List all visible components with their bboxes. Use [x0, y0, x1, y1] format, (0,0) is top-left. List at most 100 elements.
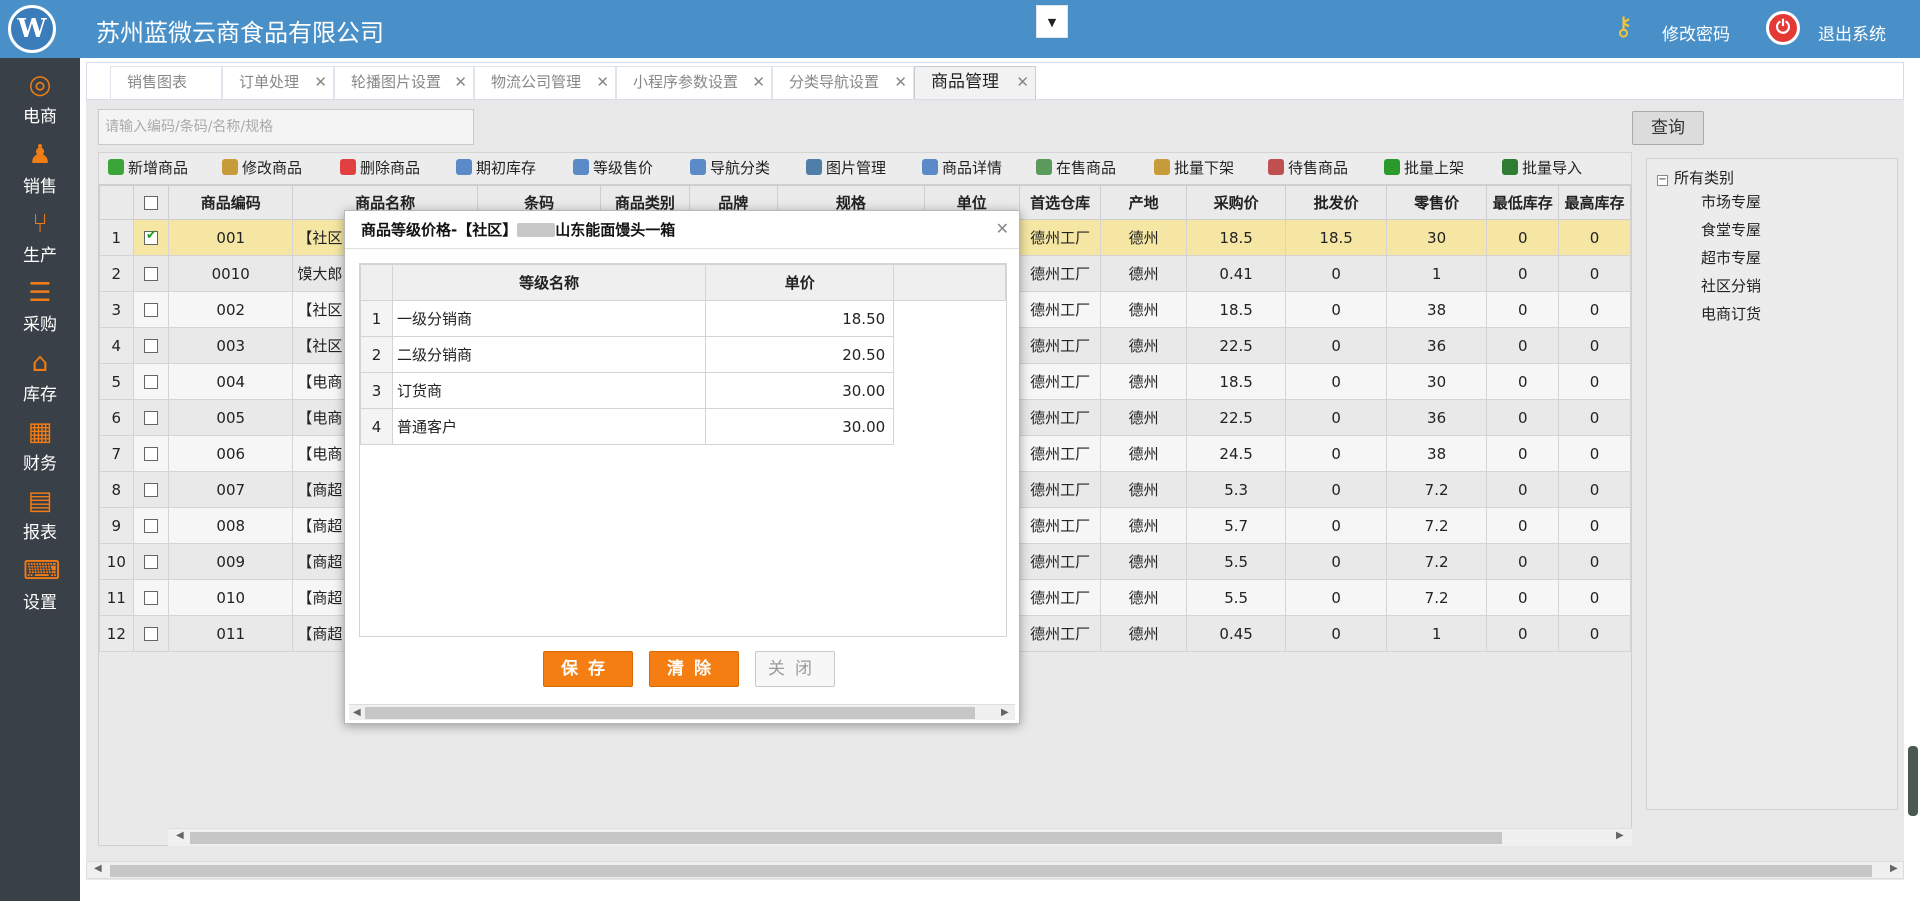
sidebar-item-6[interactable]: ▦ 财务 [0, 409, 80, 479]
sidebar-item-5[interactable]: ⌂ 库存 [0, 340, 80, 410]
tab-close-icon[interactable]: ✕ [454, 67, 467, 98]
toolbar-button-12[interactable]: 批量上架 [1384, 157, 1464, 179]
toolbar-button-8[interactable]: 商品详情 [922, 157, 1002, 179]
tab-close-icon[interactable]: ✕ [894, 67, 907, 98]
toolbar-button-2[interactable]: 修改商品 [222, 157, 302, 179]
column-header[interactable]: 零售价 [1385, 185, 1488, 220]
row-checkbox[interactable] [143, 519, 158, 533]
grade-row[interactable]: 2 二级分销商 20.50 [360, 336, 1006, 373]
side-widget-handle[interactable] [1908, 746, 1918, 816]
grade-row[interactable]: 4 普通客户 30.00 [360, 408, 1006, 445]
row-checkbox[interactable] [143, 483, 158, 497]
column-header[interactable]: 产地 [1100, 185, 1187, 220]
toolbar-button-10[interactable]: 批量下架 [1154, 157, 1234, 179]
power-icon[interactable]: ⏻ [1766, 11, 1800, 45]
select-all-cell[interactable] [132, 185, 170, 220]
row-select-cell[interactable] [132, 579, 170, 616]
dialog-scroll-thumb[interactable] [365, 707, 975, 719]
tab-5[interactable]: 小程序参数设置 ✕ [616, 66, 772, 99]
row-checkbox[interactable] [143, 375, 158, 389]
tree-node[interactable]: 超市专屋 [1701, 247, 1761, 268]
grade-name-cell[interactable]: 普通客户 [391, 408, 707, 445]
row-checkbox[interactable] [143, 303, 158, 317]
tree-node[interactable]: 社区分销 [1701, 275, 1761, 296]
grade-row[interactable]: 1 一级分销商 18.50 [360, 300, 1006, 337]
dialog-scroll-left-icon[interactable]: ◀ [353, 707, 361, 718]
row-checkbox[interactable] [143, 627, 158, 641]
row-checkbox[interactable] [143, 411, 158, 425]
grade-price-cell[interactable]: 20.50 [705, 336, 895, 373]
tab-close-icon[interactable]: ✕ [596, 67, 609, 98]
tab-close-icon[interactable]: ✕ [752, 67, 765, 98]
row-checkbox[interactable] [143, 555, 158, 569]
tab-close-icon[interactable]: ✕ [314, 67, 327, 98]
toolbar-button-7[interactable]: 图片管理 [806, 157, 886, 179]
column-header[interactable]: 采购价 [1185, 185, 1287, 220]
page-scroll-left-icon[interactable]: ◀ [94, 863, 102, 874]
sidebar-item-2[interactable]: ♟ 销售 [0, 132, 80, 202]
tree-node[interactable]: 电商订货 [1701, 303, 1761, 324]
row-select-cell[interactable] [132, 219, 170, 256]
page-scroll-right-icon[interactable]: ▶ [1890, 863, 1898, 874]
tab-6[interactable]: 分类导航设置 ✕ [772, 66, 914, 99]
toolbar-button-1[interactable]: 新增商品 [108, 157, 188, 179]
tree-root-all[interactable]: − 所有类别 [1657, 167, 1734, 188]
grade-price-cell[interactable]: 30.00 [705, 372, 895, 409]
row-checkbox[interactable] [143, 228, 158, 245]
close-button[interactable]: 关闭 [755, 651, 835, 687]
tab-3[interactable]: 轮播图片设置 ✕ [334, 66, 474, 99]
clear-button[interactable]: 清除 [649, 651, 739, 687]
logout-link[interactable]: 退出系统 [1818, 20, 1886, 45]
row-checkbox[interactable] [143, 339, 158, 353]
row-checkbox[interactable] [143, 447, 158, 461]
column-header[interactable]: 单价 [705, 264, 895, 301]
scroll-right-icon[interactable]: ▶ [1616, 830, 1624, 841]
row-select-cell[interactable] [132, 327, 170, 364]
row-select-cell[interactable] [132, 615, 170, 652]
toolbar-button-6[interactable]: 导航分类 [690, 157, 770, 179]
sidebar-item-4[interactable]: ☰ 采购 [0, 270, 80, 340]
sidebar-item-3[interactable]: ⑂ 生产 [0, 201, 80, 271]
grid-scroll-thumb[interactable] [190, 832, 1502, 844]
grade-name-cell[interactable]: 订货商 [391, 372, 707, 409]
row-select-cell[interactable] [132, 543, 170, 580]
dialog-scroll-right-icon[interactable]: ▶ [1001, 707, 1009, 718]
tab-more-dropdown[interactable]: ▼ [1036, 5, 1068, 38]
row-select-cell[interactable] [132, 291, 170, 328]
row-select-cell[interactable] [132, 255, 170, 292]
row-checkbox[interactable] [143, 267, 158, 281]
toolbar-button-5[interactable]: 等级售价 [573, 157, 653, 179]
change-password-link[interactable]: 修改密码 [1662, 20, 1730, 45]
tab-1[interactable]: 销售图表 [110, 66, 222, 99]
grade-price-cell[interactable]: 18.50 [705, 300, 895, 337]
column-header[interactable]: 商品编码 [168, 185, 294, 220]
search-input[interactable]: 请输入编码/条码/名称/规格 [98, 109, 474, 145]
row-select-cell[interactable] [132, 507, 170, 544]
row-checkbox[interactable] [143, 591, 158, 605]
sidebar-item-1[interactable]: ◎ 电商 [0, 62, 80, 132]
grade-name-cell[interactable]: 二级分销商 [391, 336, 707, 373]
scroll-left-icon[interactable]: ◀ [176, 830, 184, 841]
query-button[interactable]: 查询 [1632, 111, 1704, 145]
sidebar-item-7[interactable]: ▤ 报表 [0, 478, 80, 548]
sidebar-item-8[interactable]: ⌨ 设置 [0, 548, 80, 618]
row-select-cell[interactable] [132, 435, 170, 472]
close-icon[interactable]: ✕ [996, 211, 1009, 247]
column-header[interactable]: 首选仓库 [1018, 185, 1102, 220]
tree-node[interactable]: 食堂专屋 [1701, 219, 1761, 240]
row-select-cell[interactable] [132, 471, 170, 508]
row-select-cell[interactable] [132, 363, 170, 400]
collapse-icon[interactable]: − [1657, 175, 1668, 186]
toolbar-button-3[interactable]: 删除商品 [340, 157, 420, 179]
toolbar-button-13[interactable]: 批量导入 [1502, 157, 1582, 179]
toolbar-button-11[interactable]: 待售商品 [1268, 157, 1348, 179]
column-header[interactable]: 最高库存 [1558, 185, 1631, 220]
select-all-checkbox[interactable] [143, 196, 158, 210]
tab-4[interactable]: 物流公司管理 ✕ [474, 66, 616, 99]
column-header[interactable]: 等级名称 [391, 264, 707, 301]
key-icon[interactable]: ⚷ [1614, 12, 1633, 42]
toolbar-button-4[interactable]: 期初库存 [456, 157, 536, 179]
tab-close-icon[interactable]: ✕ [1016, 67, 1029, 98]
tab-2[interactable]: 订单处理 ✕ [222, 66, 334, 99]
grade-row[interactable]: 3 订货商 30.00 [360, 372, 1006, 409]
